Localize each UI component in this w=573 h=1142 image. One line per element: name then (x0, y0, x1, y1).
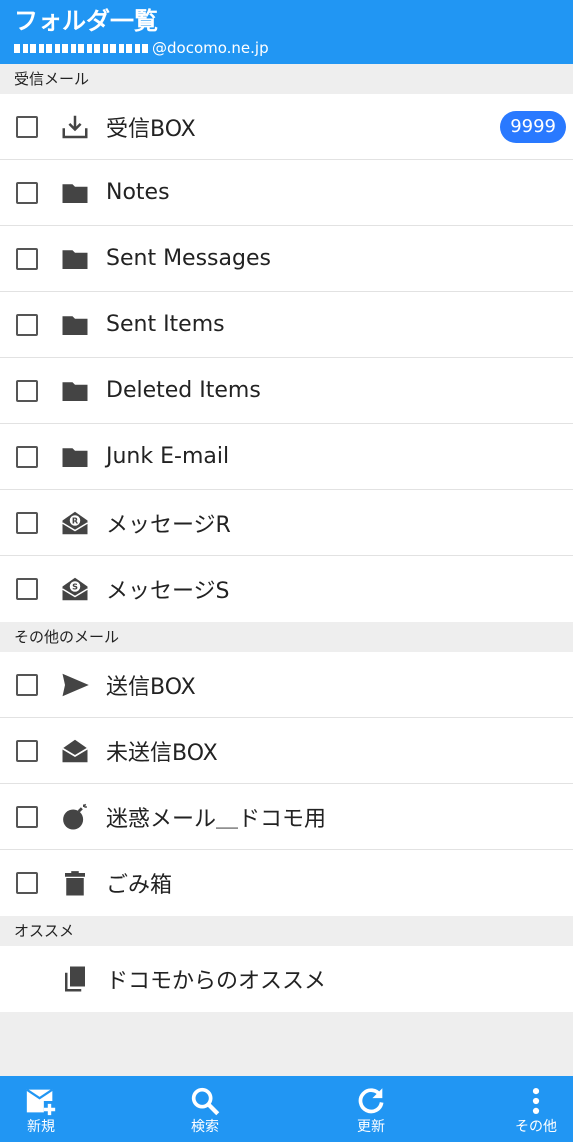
copy-pages-icon (58, 962, 92, 996)
message-s-envelope-icon: S (58, 572, 92, 606)
folder-row-sent-items[interactable]: Sent Items (0, 292, 573, 358)
bottom-toolbar: 新規 検索 更新 その他 (0, 1076, 573, 1142)
folder-label: メッセージS (106, 579, 230, 604)
folder-row-inbox[interactable]: 受信BOX 9999 (0, 94, 573, 160)
folder-checkbox[interactable] (16, 805, 38, 828)
folder-label: メッセージR (106, 512, 231, 538)
section-header-other: その他のメール (0, 622, 573, 652)
folder-icon (58, 308, 92, 342)
folder-row-unsent[interactable]: 未送信BOX (0, 718, 573, 784)
folder-row-spam[interactable]: 迷惑メール＿ドコモ用 (0, 784, 573, 850)
folder-icon (58, 242, 92, 276)
folder-row-trash[interactable]: ごみ箱 (0, 850, 573, 916)
folder-checkbox[interactable] (16, 247, 38, 270)
open-envelope-icon (58, 734, 92, 768)
inbox-download-icon (58, 110, 92, 144)
unread-count-badge: 9999 (500, 111, 566, 143)
folder-checkbox[interactable] (16, 673, 38, 696)
folder-label: Deleted Items (106, 378, 261, 403)
folder-row-notes[interactable]: Notes (0, 160, 573, 226)
more-vertical-icon (532, 1087, 540, 1115)
folder-row-deleted-items[interactable]: Deleted Items (0, 358, 573, 424)
folder-row-outbox[interactable]: 送信BOX (0, 652, 573, 718)
folder-icon (58, 374, 92, 408)
more-button[interactable]: その他 (501, 1076, 571, 1142)
folder-checkbox[interactable] (16, 872, 38, 894)
send-icon (58, 668, 92, 702)
folder-label: Junk E-mail (106, 444, 230, 469)
folder-checkbox[interactable] (16, 181, 38, 204)
more-label: その他 (515, 1119, 557, 1135)
masked-account-name (14, 43, 150, 53)
bomb-icon (58, 800, 92, 834)
folder-row-message-r[interactable]: R メッセージR (0, 490, 573, 556)
folder-row-junk-email[interactable]: Junk E-mail (0, 424, 573, 490)
folder-checkbox[interactable] (16, 115, 38, 138)
folder-checkbox[interactable] (16, 445, 38, 468)
refresh-icon (358, 1088, 384, 1114)
folder-label: Sent Messages (106, 246, 271, 271)
folder-label: 送信BOX (106, 674, 196, 700)
svg-text:S: S (72, 582, 78, 592)
page-title: フォルダ一覧 (14, 7, 158, 35)
folder-checkbox[interactable] (16, 578, 38, 600)
refresh-label: 更新 (357, 1119, 385, 1135)
compose-mail-icon (26, 1088, 56, 1116)
app-header: フォルダ一覧 @docomo.ne.jp (0, 0, 573, 64)
section-header-recommend: オススメ (0, 916, 573, 946)
folder-label: 受信BOX (106, 116, 196, 142)
account-address: @docomo.ne.jp (14, 38, 559, 58)
recommend-row[interactable]: ドコモからのオススメ (0, 946, 573, 1012)
folder-label: Sent Items (106, 312, 225, 337)
folder-label: 迷惑メール＿ドコモ用 (106, 806, 327, 832)
folder-icon (58, 176, 92, 210)
folder-checkbox[interactable] (16, 739, 38, 762)
account-domain: @docomo.ne.jp (152, 39, 269, 57)
folder-label: 未送信BOX (106, 740, 218, 766)
new-mail-button[interactable]: 新規 (6, 1076, 76, 1142)
folder-label: ごみ箱 (106, 873, 173, 898)
folder-row-sent-messages[interactable]: Sent Messages (0, 226, 573, 292)
folder-list: 受信メール 受信BOX 9999 Notes Sent Messages Sen… (0, 64, 573, 1012)
recommend-label: ドコモからのオススメ (106, 969, 327, 994)
folder-label: Notes (106, 180, 170, 205)
search-icon (191, 1087, 220, 1116)
message-r-envelope-icon: R (58, 506, 92, 540)
svg-text:R: R (72, 515, 79, 525)
folder-icon (58, 440, 92, 474)
refresh-button[interactable]: 更新 (336, 1076, 406, 1142)
search-label: 検索 (191, 1119, 219, 1135)
new-label: 新規 (27, 1119, 55, 1135)
section-header-received: 受信メール (0, 64, 573, 94)
trash-icon (58, 866, 92, 900)
folder-checkbox[interactable] (16, 313, 38, 336)
folder-checkbox[interactable] (16, 379, 38, 402)
folder-checkbox[interactable] (16, 511, 38, 534)
search-button[interactable]: 検索 (170, 1076, 240, 1142)
folder-row-message-s[interactable]: S メッセージS (0, 556, 573, 622)
